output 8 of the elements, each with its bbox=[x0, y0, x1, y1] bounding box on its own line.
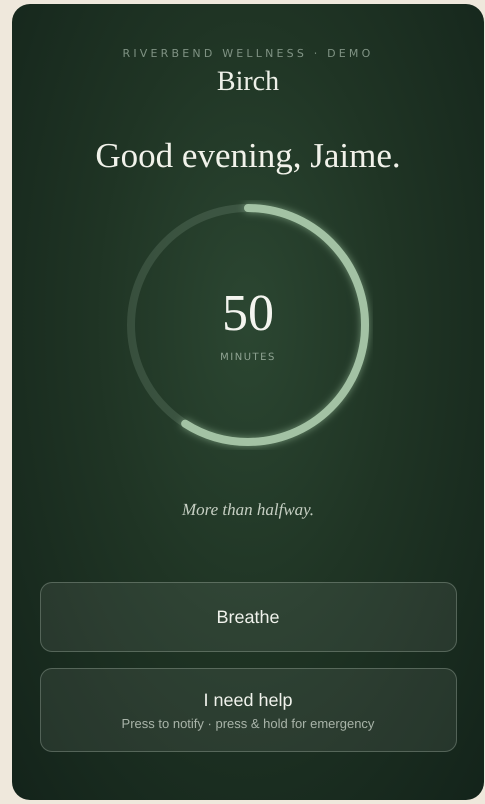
minutes-value: 50 bbox=[222, 288, 274, 340]
app-name: Birch bbox=[216, 66, 280, 98]
brand-tagline: RIVERBEND WELLNESS · DEMO bbox=[122, 47, 374, 60]
progress-message: More than halfway. bbox=[182, 500, 314, 520]
breathe-button[interactable]: Breathe bbox=[40, 582, 456, 652]
minutes-label: MINUTES bbox=[220, 352, 276, 362]
help-button[interactable]: I need help Press to notify · press & hold for emergency bbox=[40, 668, 456, 752]
greeting: Good evening, Jaime. bbox=[95, 136, 401, 176]
